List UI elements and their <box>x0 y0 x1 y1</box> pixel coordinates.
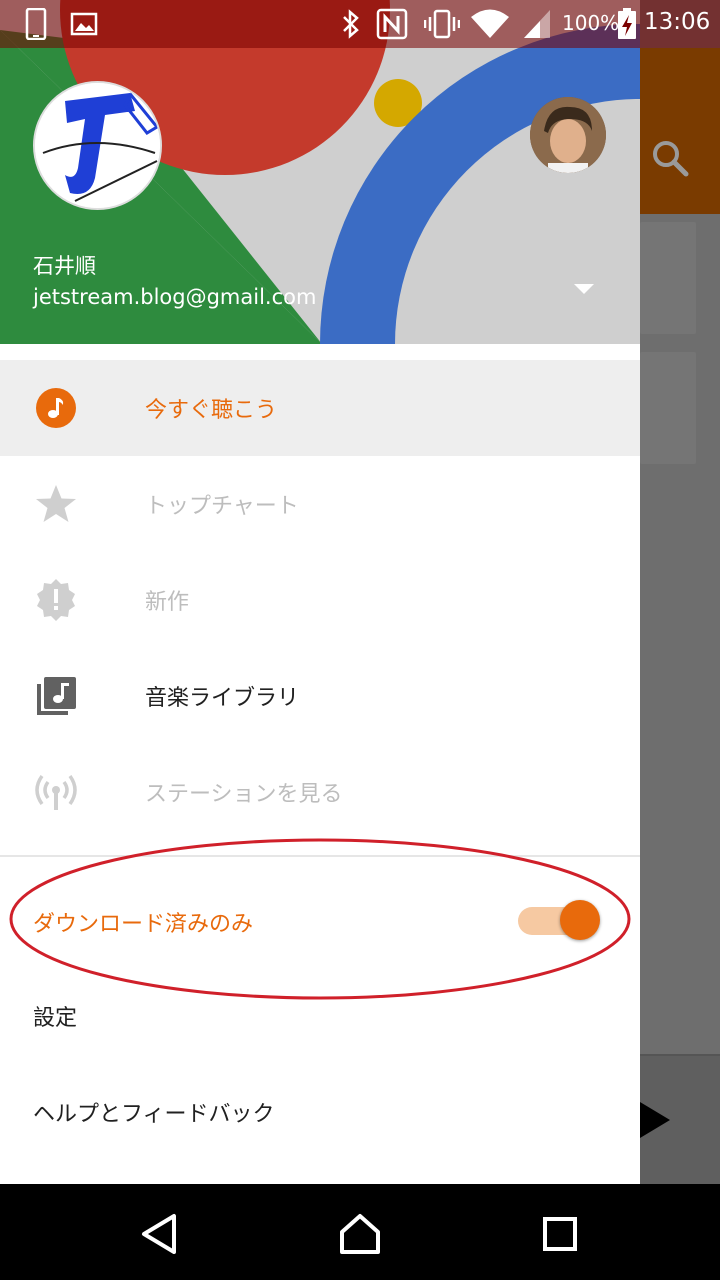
menu-item-top-charts[interactable]: トップチャート <box>0 456 640 552</box>
image-icon <box>70 12 98 36</box>
account-dropdown-icon[interactable] <box>574 284 594 294</box>
account-email: jetstream.blog@gmail.com <box>33 285 317 309</box>
help-feedback-item[interactable]: ヘルプとフィードバック <box>0 1064 640 1160</box>
drawer-header[interactable]: 石井順 jetstream.blog@gmail.com <box>0 0 640 344</box>
system-navigation-bar <box>0 1184 720 1280</box>
settings-item[interactable]: 設定 <box>0 968 640 1064</box>
menu-label: 音楽ライブラリ <box>145 686 300 711</box>
music-note-icon <box>36 388 76 428</box>
menu-label: 今すぐ聴こう <box>145 398 278 423</box>
vibrate-icon <box>424 9 460 39</box>
signal-icon <box>524 10 550 38</box>
settings-label: 設定 <box>33 1006 78 1031</box>
star-icon <box>36 485 76 522</box>
app-logo <box>33 81 162 210</box>
battery-percent: 100% <box>562 11 620 35</box>
library-music-icon <box>37 677 76 715</box>
account-name: 石井順 <box>33 254 96 278</box>
help-feedback-label: ヘルプとフィードバック <box>33 1102 275 1127</box>
menu-divider <box>0 855 640 857</box>
phone-icon <box>25 8 47 40</box>
radio-station-icon <box>35 774 77 810</box>
wifi-icon <box>471 9 509 38</box>
battery-charging-icon <box>618 8 636 39</box>
menu-item-listen-now[interactable]: 今すぐ聴こう <box>0 360 640 456</box>
menu-label: ステーションを見る <box>145 782 343 807</box>
status-time: 13:06 <box>644 9 711 35</box>
play-icon[interactable] <box>640 1100 672 1140</box>
menu-item-music-library[interactable]: 音楽ライブラリ <box>0 648 640 744</box>
account-avatar[interactable] <box>530 97 606 173</box>
status-bar: 100% 13:06 <box>0 0 720 48</box>
menu-item-browse-stations[interactable]: ステーションを見る <box>0 744 640 840</box>
bluetooth-icon <box>343 9 359 39</box>
content-card <box>640 222 696 334</box>
downloaded-only-label: ダウンロード済みのみ <box>33 912 254 937</box>
drawer-menu: 今すぐ聴こう トップチャート 新作 音楽ライブラリ ステーションを見る <box>0 360 640 840</box>
downloaded-only-row[interactable]: ダウンロード済みのみ <box>0 872 640 968</box>
back-icon[interactable] <box>138 1212 182 1256</box>
nfc-icon <box>376 8 408 40</box>
recents-icon[interactable] <box>538 1212 582 1256</box>
content-card <box>640 352 696 464</box>
home-icon[interactable] <box>338 1212 382 1256</box>
navigation-drawer: 石井順 jetstream.blog@gmail.com 今すぐ聴こう トップチ… <box>0 0 640 1184</box>
downloaded-only-toggle[interactable] <box>560 900 600 940</box>
menu-label: 新作 <box>145 590 190 615</box>
menu-item-new-releases[interactable]: 新作 <box>0 552 640 648</box>
alert-badge-icon <box>37 579 75 621</box>
search-icon[interactable] <box>650 138 690 178</box>
menu-label: トップチャート <box>145 494 299 519</box>
